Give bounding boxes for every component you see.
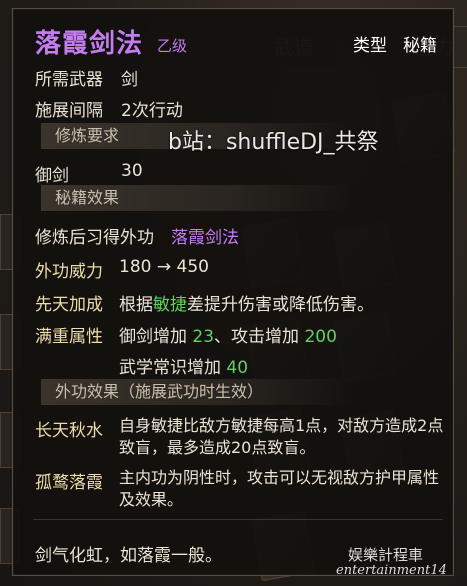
interval-value: 2次行动	[121, 101, 183, 121]
type-label: 类型	[353, 36, 387, 56]
type-value: 秘籍	[403, 36, 437, 56]
flavor-text: 剑气化虹，如落霞一般。	[35, 546, 222, 566]
bonus-value: 23	[192, 327, 215, 347]
innate-bonus-text: 根据敏捷差提升伤害或降低伤害。	[119, 290, 374, 315]
full-attribute-line-1: 御剑增加 23、攻击增加 200	[119, 322, 337, 347]
logo-en: entertainment14	[336, 563, 447, 578]
innate-prefix: 根据	[119, 295, 153, 315]
innate-stat: 敏捷	[153, 295, 187, 315]
requirement-label: 御剑	[35, 166, 69, 186]
full-attribute-line-2: 武学常识增加 40	[119, 353, 248, 378]
bonus-name: 、攻击增加	[214, 327, 300, 347]
effect-line: 及效果。	[119, 490, 184, 509]
full-attribute-label: 满重属性	[35, 327, 103, 347]
requirement-value: 30	[121, 161, 143, 181]
tooltip-header: 落霞剑法 乙级 类型 秘籍	[31, 19, 441, 59]
effect-line: 主内功为阴性时，攻击可以无视敌方护甲属性	[119, 468, 440, 487]
skill-grade: 乙级	[157, 37, 188, 55]
section-external-effects: 外功效果（施展武功时生效）	[41, 379, 353, 405]
effect-1-label: 长天秋水	[35, 421, 103, 441]
bonus-value: 200	[304, 327, 337, 347]
weapon-value: 剑	[121, 70, 138, 90]
weapon-label: 所需武器	[35, 70, 103, 90]
bonus-name: 武学常识增加	[119, 358, 221, 378]
section-title: 外功效果（施展武功时生效）	[55, 382, 264, 401]
effect-1-description: 自身敏捷比敌方敏捷每高1点，对敌方造成2点 致盲，最多造成20点致盲。	[119, 415, 449, 459]
power-value: 180 → 450	[119, 257, 209, 277]
watermark-text: b站：shuffleDJ_共祭	[168, 130, 379, 155]
section-secret-effects: 秘籍效果	[41, 185, 353, 211]
bonus-value: 40	[226, 358, 249, 378]
innate-bonus-label: 先天加成	[35, 295, 103, 315]
interval-label: 施展间隔	[35, 101, 103, 121]
learned-skill-value: 落霞剑法	[171, 228, 239, 248]
section-title: 修炼要求	[55, 126, 120, 145]
power-label: 外功威力	[35, 262, 103, 282]
innate-suffix: 差提升伤害或降低伤害。	[187, 295, 374, 315]
divider	[33, 519, 443, 520]
effect-line: 致盲，最多造成20点致盲。	[119, 438, 316, 457]
effect-line: 自身敏捷比敌方敏捷每高1点，对敌方造成2点	[119, 416, 444, 435]
bonus-name: 御剑增加	[119, 327, 187, 347]
logo-cn: 娱樂計程車	[348, 546, 424, 564]
section-title: 秘籍效果	[55, 188, 120, 207]
skill-tooltip: 落霞剑法 乙级 类型 秘籍 所需武器 剑 施展间隔 2次行动 修炼要求 御剑 3…	[12, 8, 454, 576]
effect-2-label: 孤鹜落霞	[35, 473, 103, 493]
effect-2-description: 主内功为阴性时，攻击可以无视敌方护甲属性 及效果。	[119, 467, 449, 511]
skill-name: 落霞剑法	[35, 29, 144, 59]
learned-skill-label: 修炼后习得外功	[35, 228, 154, 248]
